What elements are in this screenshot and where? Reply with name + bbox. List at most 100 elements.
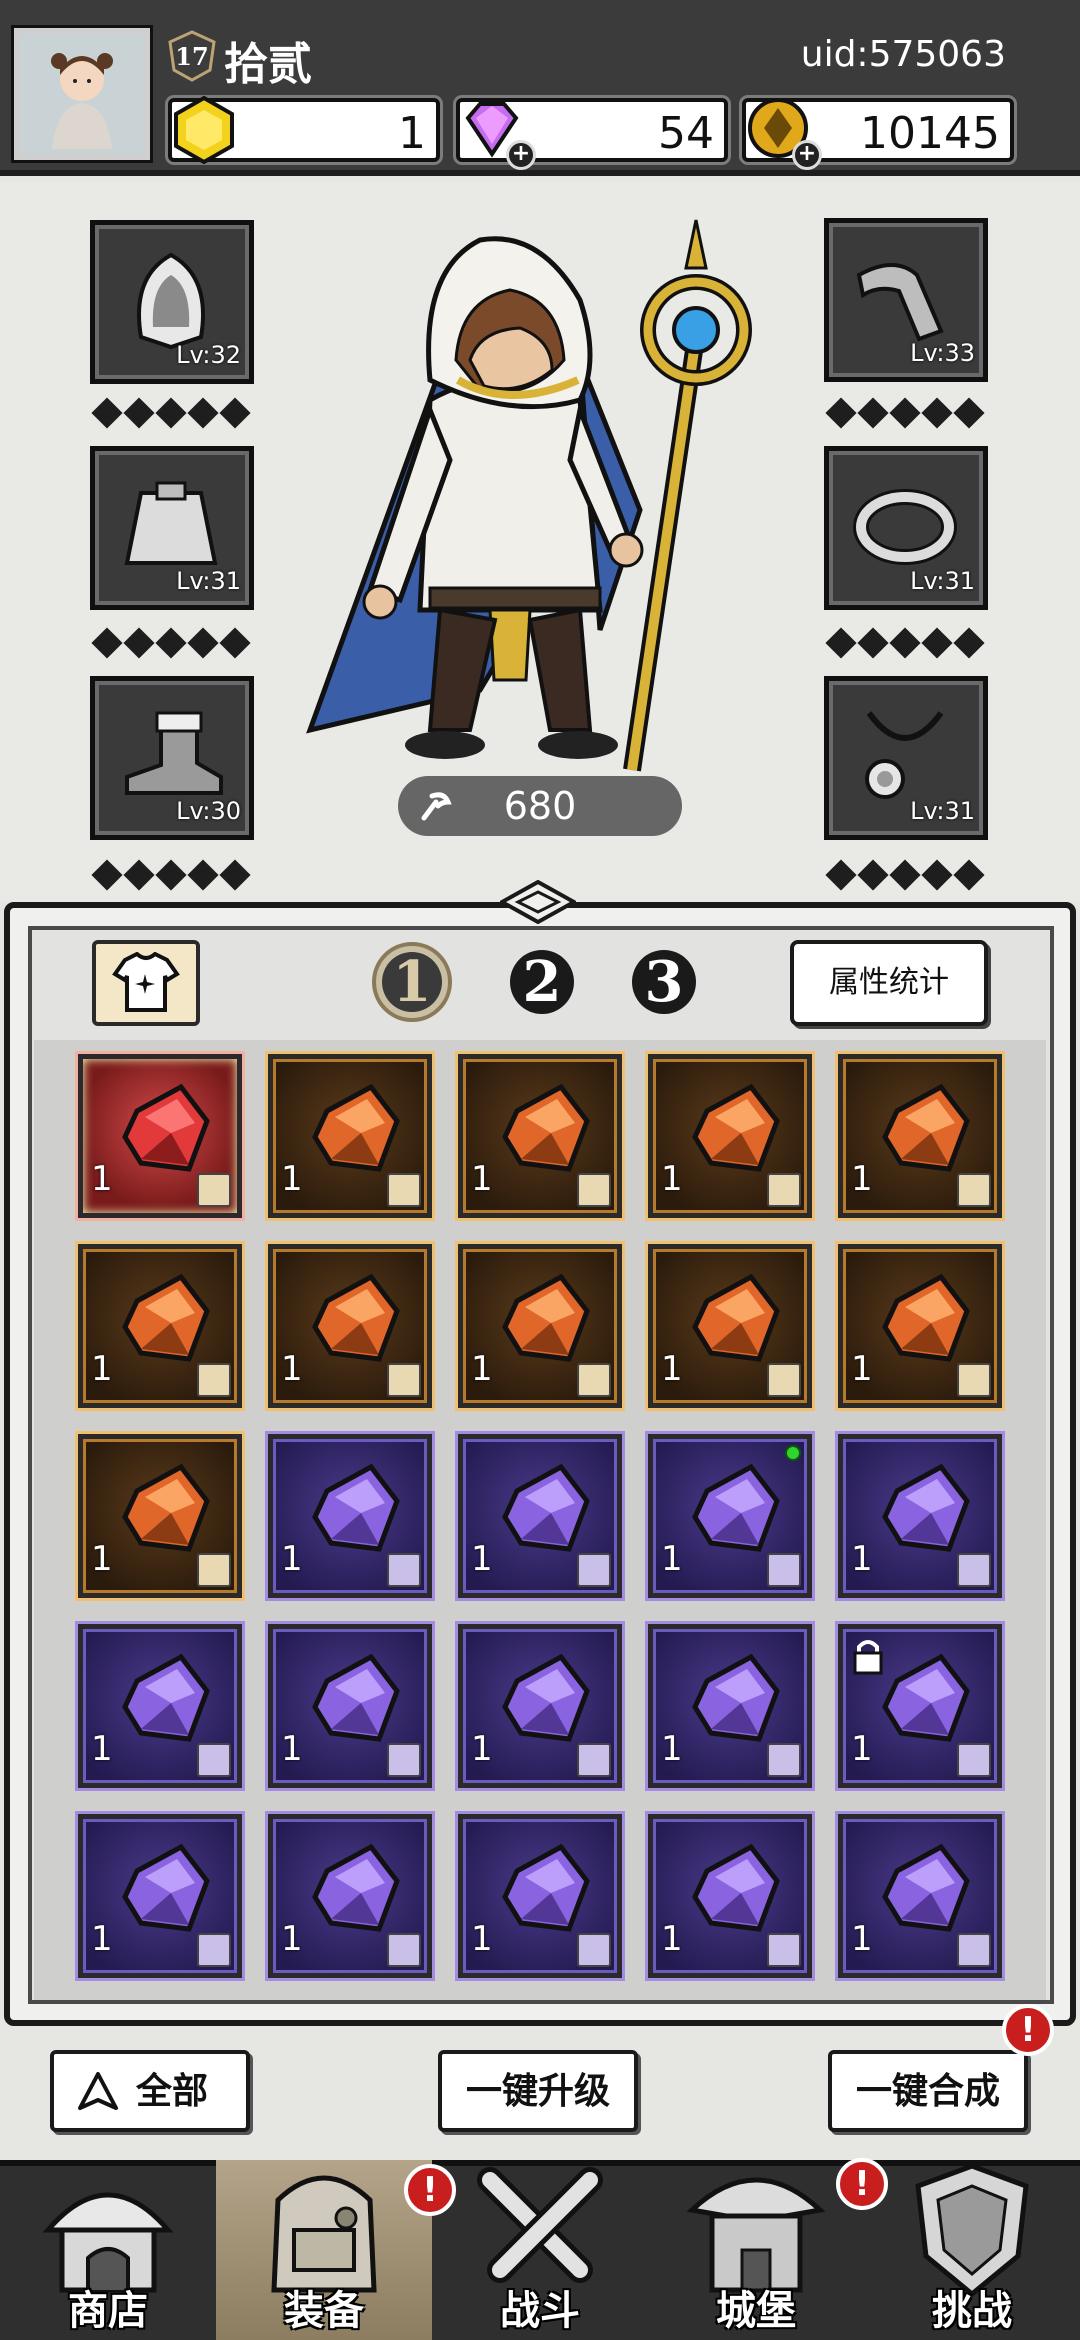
equip-slot-cape[interactable]: Lv:31 xyxy=(90,446,254,610)
inventory-item[interactable]: 1 xyxy=(78,1814,242,1978)
equip-level: Lv:31 xyxy=(176,567,241,595)
inventory-item[interactable]: 1 xyxy=(78,1434,242,1598)
inventory-item[interactable]: 1 xyxy=(648,1244,812,1408)
hood-star-rating xyxy=(91,397,251,429)
merge-all-button[interactable]: 一键合成 xyxy=(828,2050,1028,2132)
necklace-icon xyxy=(865,711,944,799)
nav-equipment[interactable]: 装备 xyxy=(216,2160,432,2340)
gem-icon xyxy=(312,1083,400,1172)
boot-icon xyxy=(125,711,223,795)
inventory-item[interactable]: 1 xyxy=(268,1814,432,1978)
inventory-item[interactable]: 1 xyxy=(838,1814,1002,1978)
page-tab-label: 3 xyxy=(644,949,684,1015)
equip-level: Lv:30 xyxy=(176,797,241,825)
inventory-item[interactable]: 1 xyxy=(648,1624,812,1788)
nav-castle[interactable]: 城堡 xyxy=(648,2160,864,2340)
bracer-star-rating xyxy=(825,397,985,429)
inventory-item[interactable]: 1 xyxy=(648,1434,812,1598)
inventory-item[interactable]: 1 xyxy=(268,1054,432,1218)
gold-coin-counter[interactable]: + 10145 xyxy=(739,95,1017,170)
item-count: 1 xyxy=(661,1349,683,1389)
nav-challenge[interactable]: 挑战 xyxy=(864,2160,1080,2340)
gem-icon xyxy=(312,1463,400,1552)
item-count: 1 xyxy=(471,1539,493,1579)
gem-icon xyxy=(312,1653,400,1742)
diamond-counter[interactable]: + 54 xyxy=(453,95,731,170)
page-tab-2[interactable]: 2 xyxy=(500,940,584,1024)
equip-level: Lv:33 xyxy=(910,339,975,367)
ring-slot-icon xyxy=(387,1553,421,1587)
equip-slot-bracer[interactable]: Lv:33 xyxy=(824,218,988,382)
boots-slot-icon xyxy=(767,1933,801,1967)
cape-star-rating xyxy=(91,627,251,659)
gem-icon xyxy=(312,1843,400,1932)
equip-slot-hood[interactable]: Lv:32 xyxy=(90,220,254,384)
inventory-item[interactable]: 1 xyxy=(458,1434,622,1598)
gem-icon xyxy=(692,1463,780,1552)
gem-icon xyxy=(882,1843,970,1932)
gem-icon xyxy=(882,1653,970,1742)
inventory-item[interactable]: 1 xyxy=(268,1244,432,1408)
cape-slot-icon xyxy=(957,1173,991,1207)
boots-slot-icon xyxy=(387,1933,421,1967)
item-count: 1 xyxy=(281,1349,303,1389)
hexagon-token-value: 1 xyxy=(398,108,426,159)
inventory-item[interactable]: 1 xyxy=(648,1054,812,1218)
new-item-dot xyxy=(785,1445,801,1461)
inventory-item[interactable]: 1 xyxy=(648,1814,812,1978)
necklace-star-rating xyxy=(825,859,985,891)
cape-slot-icon xyxy=(197,1743,231,1777)
item-count: 1 xyxy=(661,1919,683,1959)
equip-level: Lv:31 xyxy=(910,797,975,825)
upgrade-all-button[interactable]: 一键升级 xyxy=(438,2050,638,2132)
inventory-item[interactable]: 1 xyxy=(838,1434,1002,1598)
boots-slot-icon xyxy=(957,1933,991,1967)
inventory-item[interactable]: 1 xyxy=(78,1054,242,1218)
cape-slot-icon xyxy=(957,1743,991,1777)
gem-icon xyxy=(882,1083,970,1172)
gem-icon xyxy=(692,1653,780,1742)
hexagon-token-counter[interactable]: 1 xyxy=(165,95,443,165)
player-level-badge: 17 xyxy=(166,30,218,82)
inventory-item[interactable]: 1 xyxy=(458,1054,622,1218)
inventory-item[interactable]: 1 xyxy=(838,1054,1002,1218)
ring-slot-icon xyxy=(767,1553,801,1587)
add-diamond-icon[interactable]: + xyxy=(506,140,536,170)
add-gold-icon[interactable]: + xyxy=(792,140,822,170)
combat-power-value: 680 xyxy=(503,784,577,828)
cape-slot-icon xyxy=(577,1743,611,1777)
item-count: 1 xyxy=(91,1919,113,1959)
equip-slot-boots[interactable]: Lv:30 xyxy=(90,676,254,840)
inventory-item[interactable]: 1 xyxy=(838,1244,1002,1408)
equipment-filter-button[interactable] xyxy=(92,940,200,1026)
equip-slot-necklace[interactable]: Lv:31 xyxy=(824,676,988,840)
boots-slot-icon xyxy=(577,1933,611,1967)
page-tab-1[interactable]: 1 xyxy=(370,940,454,1024)
inventory-item[interactable]: 1 xyxy=(78,1244,242,1408)
inventory-item[interactable]: 1 xyxy=(458,1244,622,1408)
gem-icon xyxy=(502,1843,590,1932)
staff-slot-icon xyxy=(767,1363,801,1397)
nav-battle[interactable]: 战斗 xyxy=(432,2160,648,2340)
item-count: 1 xyxy=(281,1729,303,1769)
inventory-item[interactable]: 1 xyxy=(458,1814,622,1978)
attribute-stats-button[interactable]: 属性统计 xyxy=(790,940,988,1026)
inventory-item[interactable]: 1 xyxy=(268,1624,432,1788)
inventory-item[interactable]: 1 xyxy=(268,1434,432,1598)
boots-slot-icon xyxy=(387,1363,421,1397)
equip-level: Lv:31 xyxy=(910,567,975,595)
boots-slot-icon xyxy=(197,1933,231,1967)
equip-slot-ring[interactable]: Lv:31 xyxy=(824,446,988,610)
hero-mage-character[interactable] xyxy=(280,210,800,800)
player-avatar[interactable] xyxy=(11,25,153,163)
ring-slot-icon xyxy=(387,1173,421,1207)
filter-all-button[interactable]: 全部 xyxy=(50,2050,250,2132)
inventory-item[interactable]: 1 xyxy=(78,1624,242,1788)
item-count: 1 xyxy=(91,1539,113,1579)
nav-equipment-label: 装备 xyxy=(284,2287,364,2334)
page-tab-3[interactable]: 3 xyxy=(622,940,706,1024)
nav-shop[interactable]: 商店 xyxy=(0,2160,216,2340)
cape-slot-icon xyxy=(387,1743,421,1777)
inventory-item[interactable]: 1 xyxy=(458,1624,622,1788)
inventory-item[interactable]: 1 xyxy=(838,1624,1002,1788)
